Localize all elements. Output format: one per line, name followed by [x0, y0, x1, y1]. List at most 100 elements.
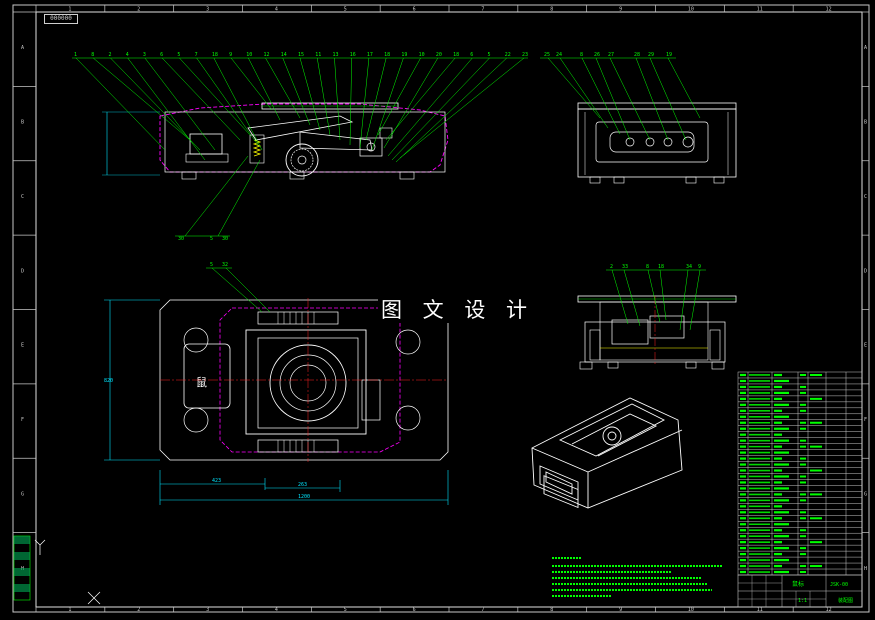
- leader-line: [395, 57, 507, 163]
- balloon-label: 24: [556, 52, 562, 58]
- leader-line: [196, 57, 259, 146]
- balloon-label: 33: [622, 264, 628, 270]
- col-label: 7: [481, 7, 484, 13]
- leader-line: [399, 57, 525, 159]
- col-label: 12: [826, 607, 832, 613]
- balloon-label: 7: [195, 52, 198, 58]
- balloon-label: 28: [634, 52, 640, 58]
- balloon-label: 18: [453, 52, 459, 58]
- row-label: D: [864, 268, 867, 274]
- leader-line: [179, 57, 251, 136]
- row-label: C: [21, 194, 24, 200]
- col-label: 9: [619, 7, 622, 13]
- balloon-label: 2: [610, 264, 613, 270]
- title-code: JSK-00: [830, 582, 848, 588]
- front-lower-leaders: [175, 155, 261, 237]
- balloon-label: 30: [222, 236, 228, 242]
- leader-line: [387, 57, 473, 157]
- watermark-text: 图 文 设 计: [378, 297, 538, 323]
- balloon-label: 8: [646, 264, 649, 270]
- leader-line: [365, 57, 387, 141]
- col-label: 2: [137, 7, 140, 13]
- balloon-label: 34: [686, 264, 692, 270]
- balloon-label: 18: [384, 52, 390, 58]
- leader-line: [349, 57, 352, 146]
- front-lower-balloons: 30 5 30: [178, 236, 228, 242]
- cursor-crosshair-icon: [87, 591, 101, 605]
- top-view-leaders: [211, 267, 271, 313]
- balloon-label: 22: [505, 52, 511, 58]
- balloon-label: 5: [210, 262, 213, 268]
- col-label: 10: [688, 607, 694, 613]
- col-label: 4: [275, 607, 278, 613]
- col-label: 2: [137, 607, 140, 613]
- balloon-label: 25: [544, 52, 550, 58]
- col-label: 1: [68, 7, 71, 13]
- row-label: F: [21, 417, 24, 423]
- col-label: 12: [826, 7, 832, 13]
- side-view-balloons: 25 24 8 26 27 28 29 19: [540, 52, 676, 59]
- dim-423: 423: [212, 478, 221, 484]
- leader-line: [75, 57, 166, 151]
- balloon-label: 6: [470, 52, 473, 58]
- balloon-label: 5: [488, 52, 491, 58]
- balloon-label: 5: [177, 52, 180, 58]
- top-view-dimension-labels: 423 263 1200 820: [104, 378, 310, 500]
- balloon-label: 26: [594, 52, 600, 58]
- technical-notes: [552, 557, 722, 597]
- leader-line: [248, 57, 281, 121]
- col-label: 5: [344, 7, 347, 13]
- balloon-label: 17: [367, 52, 373, 58]
- balloon-label: 16: [350, 52, 356, 58]
- balloon-label: 27: [608, 52, 614, 58]
- col-label: 6: [413, 607, 416, 613]
- row-label: F: [864, 417, 867, 423]
- row-label: E: [864, 343, 867, 349]
- balloon-label: 2: [108, 52, 111, 58]
- leader-line: [93, 57, 191, 141]
- balloon-label: 6: [160, 52, 163, 58]
- row-label: A: [864, 45, 867, 51]
- col-label: 10: [688, 7, 694, 13]
- balloon-label: 20: [436, 52, 442, 58]
- dim-263: 263: [298, 482, 307, 488]
- row-label: H: [864, 566, 867, 572]
- leader-line: [316, 57, 331, 136]
- balloon-label: 23: [522, 52, 528, 58]
- title-name: 鼠标: [792, 580, 804, 588]
- balloon-label: 10: [246, 52, 252, 58]
- col-label: 6: [413, 7, 416, 13]
- row-label: G: [21, 491, 24, 497]
- balloon-label: 19: [401, 52, 407, 58]
- top-view-balloons: 5 32: [206, 262, 232, 269]
- leader-line: [161, 57, 241, 141]
- row-label: G: [864, 491, 867, 497]
- balloon-label: 9: [698, 264, 701, 270]
- side-view-leaders: [547, 57, 701, 141]
- balloon-label: 3: [143, 52, 146, 58]
- leader-line: [213, 57, 263, 151]
- row-label: B: [21, 120, 24, 126]
- balloon-label: 14: [281, 52, 287, 58]
- col-label: 1: [68, 607, 71, 613]
- col-label: 4: [275, 7, 278, 13]
- balloon-label: 12: [264, 52, 270, 58]
- section-view: [577, 295, 737, 370]
- balloon-label: 8: [91, 52, 94, 58]
- col-label: 7: [481, 607, 484, 613]
- col-label: 3: [206, 607, 209, 613]
- dim-820: 820: [104, 378, 113, 384]
- balloon-label: 15: [298, 52, 304, 58]
- balloon-label: 10: [419, 52, 425, 58]
- balloon-label: 1: [74, 52, 77, 58]
- balloon-label: 29: [648, 52, 654, 58]
- balloon-label: 18: [658, 264, 664, 270]
- balloon-label: 18: [212, 52, 218, 58]
- col-label: 11: [757, 7, 763, 13]
- balloon-label: 9: [229, 52, 232, 58]
- col-label: 9: [619, 607, 622, 613]
- row-label: B: [864, 120, 867, 126]
- drawing-number: 000000: [44, 14, 78, 24]
- balloon-label: 32: [222, 262, 228, 268]
- title-note: 装配图: [838, 597, 853, 604]
